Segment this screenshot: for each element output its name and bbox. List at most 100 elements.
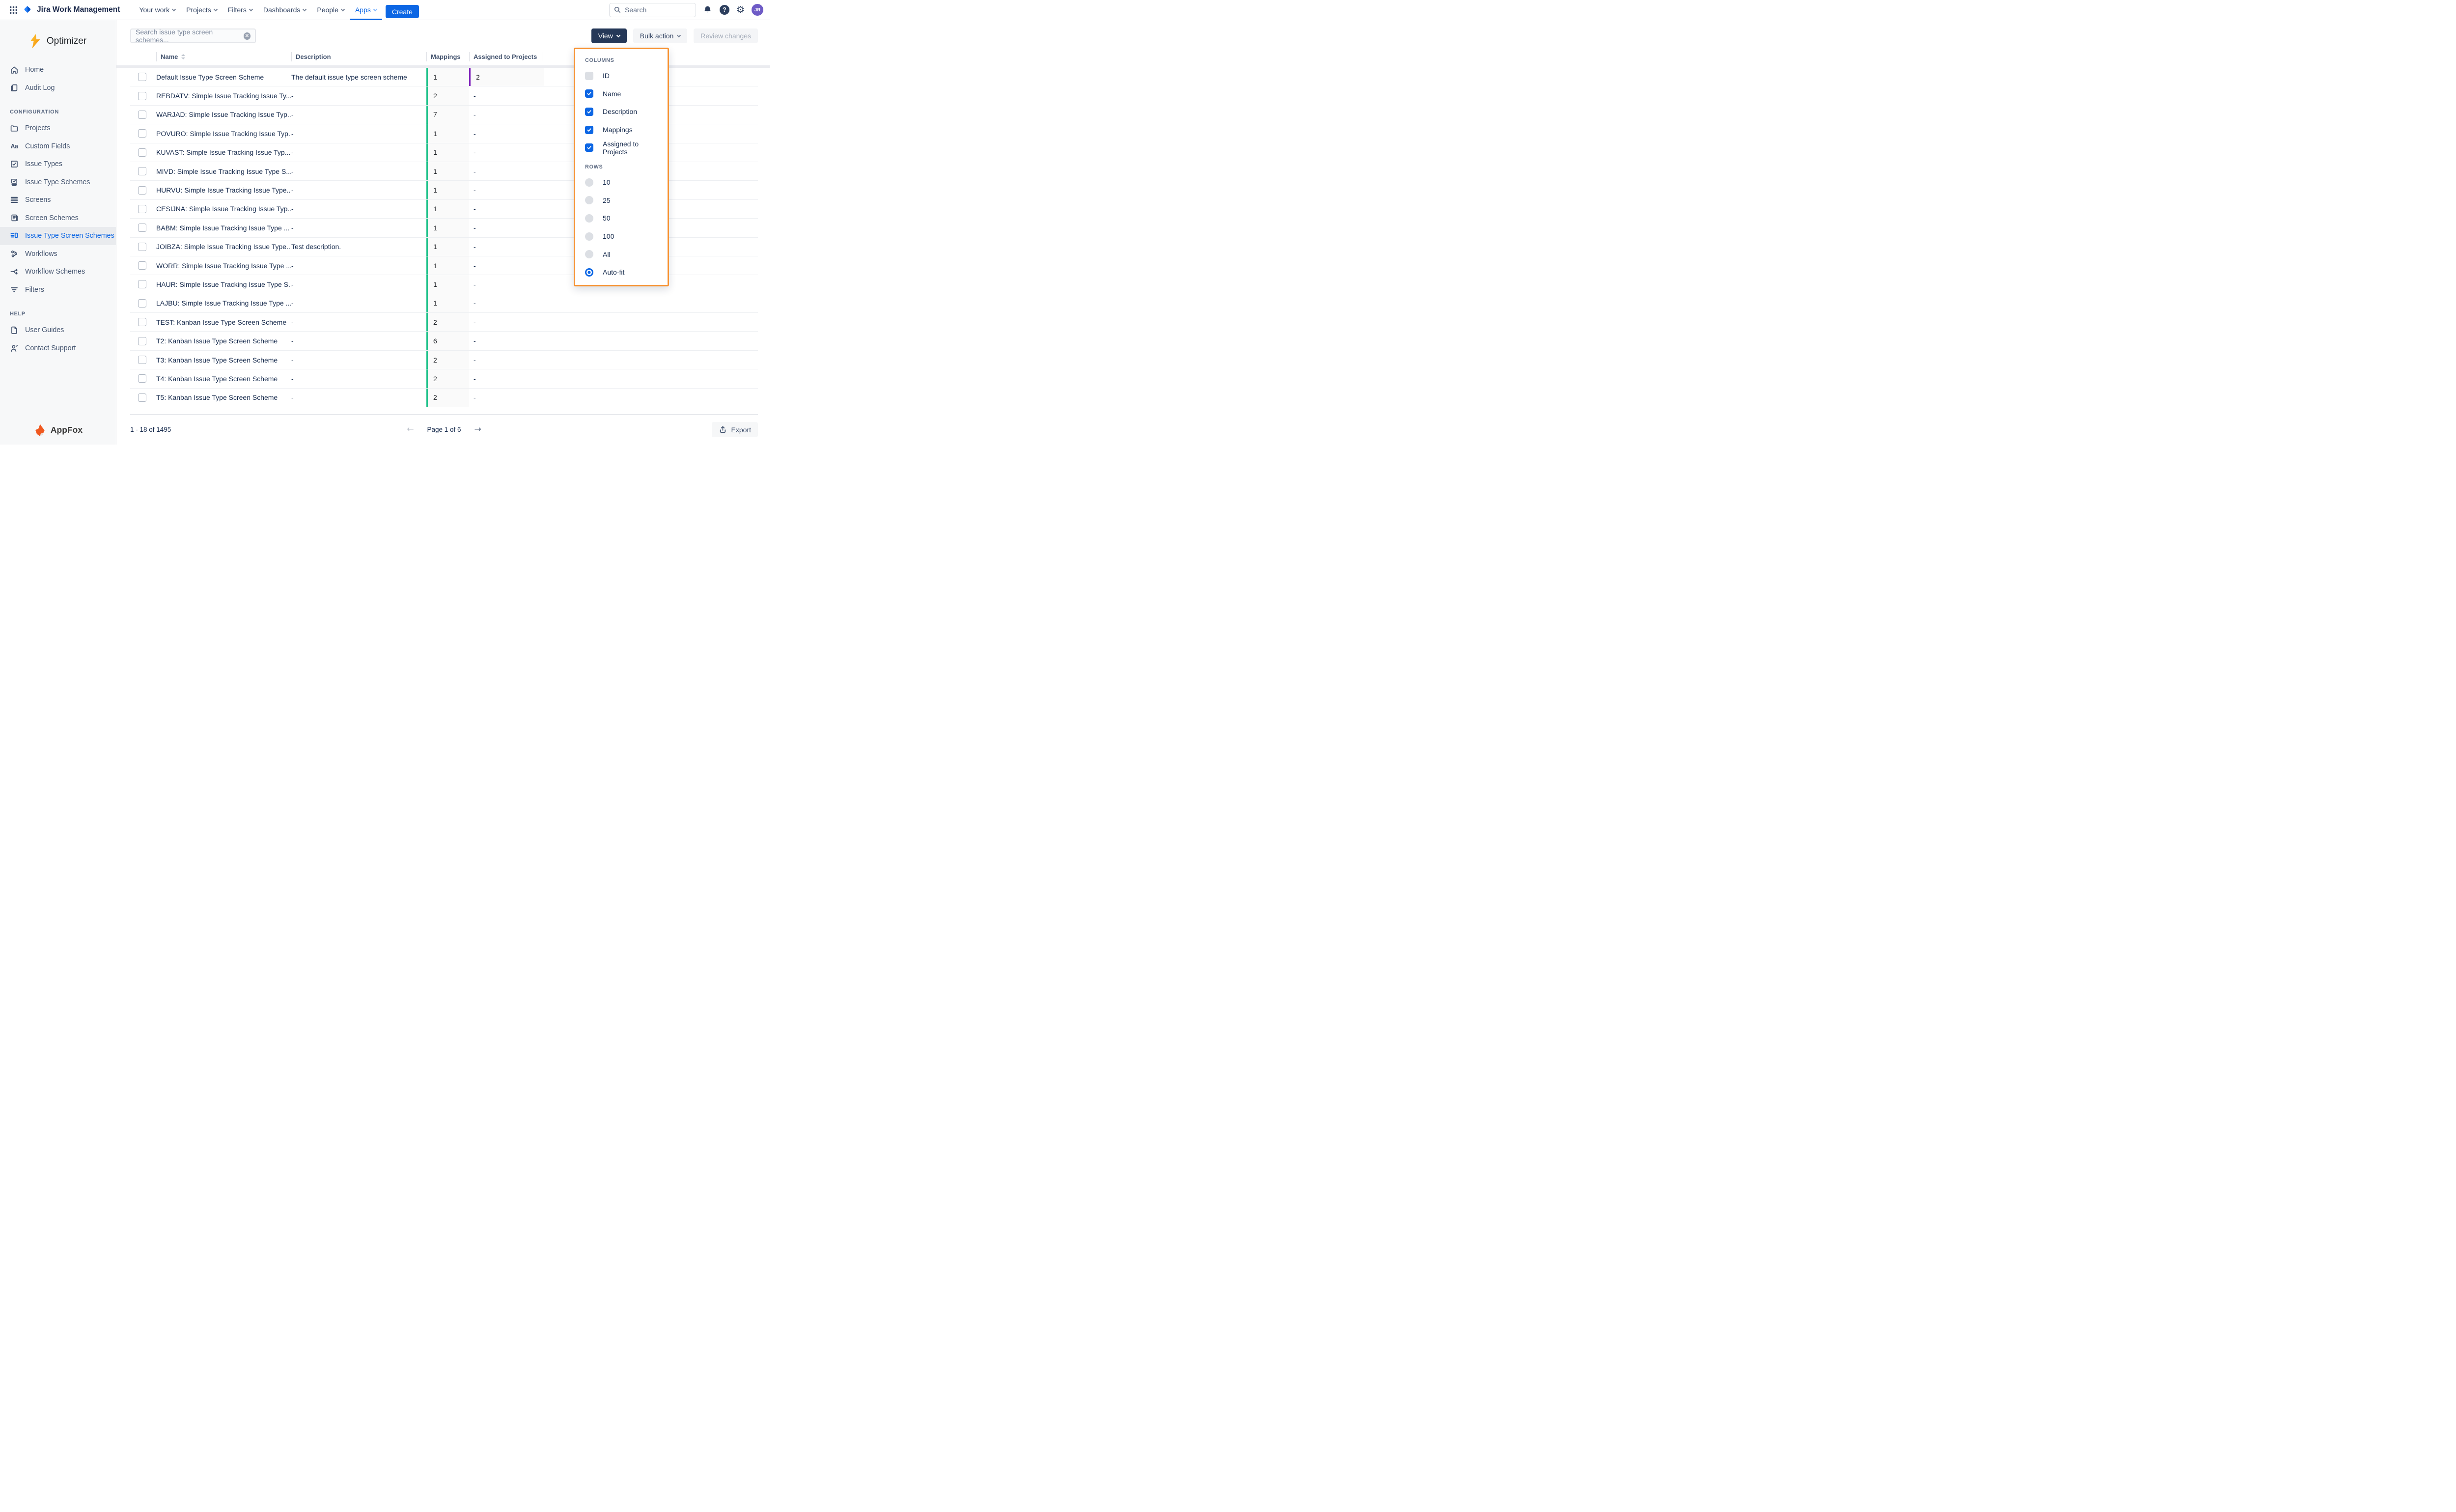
unchecked-checkbox-icon[interactable] (585, 72, 593, 80)
scheme-search-input[interactable]: Search issue type screen schemes... ✕ (130, 28, 256, 43)
rows-option-all[interactable]: All (585, 245, 662, 263)
row-checkbox[interactable] (138, 261, 146, 270)
sidebar-item-custom-fields[interactable]: AaCustom Fields (0, 138, 116, 156)
column-option-description[interactable]: Description (585, 103, 662, 121)
table-row[interactable]: TEST: Kanban Issue Type Screen Scheme-2- (130, 313, 758, 332)
sidebar-item-screens[interactable]: Screens (0, 191, 116, 209)
row-checkbox[interactable] (138, 129, 146, 138)
row-checkbox[interactable] (138, 92, 146, 100)
rows-option-25[interactable]: 25 (585, 192, 662, 210)
row-checkbox[interactable] (138, 356, 146, 364)
unselected-radio-icon[interactable] (585, 178, 593, 187)
app-switcher-icon[interactable] (5, 0, 22, 20)
row-checkbox-cell (130, 356, 156, 364)
table-row[interactable]: T3: Kanban Issue Type Screen Scheme-2- (130, 351, 758, 369)
help-icon[interactable]: ? (720, 5, 729, 15)
row-assigned: - (469, 92, 544, 100)
bulk-action-button[interactable]: Bulk action (633, 28, 687, 43)
column-option-assigned-to-projects[interactable]: Assigned to Projects (585, 139, 662, 157)
row-checkbox[interactable] (138, 280, 146, 288)
nav-item-projects[interactable]: Projects (181, 0, 223, 20)
table-row[interactable]: T2: Kanban Issue Type Screen Scheme-6- (130, 332, 758, 350)
sidebar-item-issue-type-schemes[interactable]: Issue Type Schemes (0, 173, 116, 192)
export-button[interactable]: Export (712, 422, 758, 437)
checked-checkbox-icon[interactable] (585, 108, 593, 116)
row-checkbox[interactable] (138, 167, 146, 175)
sidebar-item-user-guides[interactable]: User Guides (0, 321, 116, 339)
issue-types-icon (10, 160, 19, 168)
review-changes-label: Review changes (700, 32, 751, 40)
next-page-icon[interactable]: → (474, 425, 481, 434)
row-checkbox[interactable] (138, 111, 146, 119)
avatar[interactable]: JR (752, 4, 763, 16)
unselected-radio-icon[interactable] (585, 214, 593, 223)
table-row[interactable]: T4: Kanban Issue Type Screen Scheme-2- (130, 369, 758, 388)
clear-search-icon[interactable]: ✕ (244, 32, 251, 40)
rows-option-auto-fit[interactable]: Auto-fit (585, 263, 662, 281)
review-changes-button: Review changes (694, 28, 758, 43)
global-search-input[interactable]: Search (609, 3, 696, 17)
row-checkbox[interactable] (138, 224, 146, 232)
row-checkbox[interactable] (138, 243, 146, 251)
view-button[interactable]: View (591, 28, 627, 43)
row-mappings: 1 (426, 200, 469, 218)
row-description: - (291, 356, 426, 364)
sidebar-item-workflow-schemes[interactable]: Workflow Schemes (0, 263, 116, 281)
rows-option-100[interactable]: 100 (585, 227, 662, 246)
nav-item-your-work[interactable]: Your work (134, 0, 181, 20)
column-option-id[interactable]: ID (585, 67, 662, 85)
column-option-name[interactable]: Name (585, 85, 662, 103)
settings-icon[interactable]: ⚙ (736, 5, 745, 15)
sidebar-item-screen-schemes[interactable]: Screen Schemes (0, 209, 116, 227)
nav-item-filters[interactable]: Filters (223, 0, 258, 20)
unselected-radio-icon[interactable] (585, 196, 593, 204)
table-row[interactable]: T5: Kanban Issue Type Screen Scheme-2- (130, 389, 758, 407)
row-mappings: 7 (426, 106, 469, 124)
row-checkbox[interactable] (138, 393, 146, 402)
sidebar-item-issue-type-screen-schemes[interactable]: Issue Type Screen Schemes (0, 227, 116, 245)
sidebar-item-audit-log[interactable]: Audit Log (0, 79, 116, 97)
row-checkbox[interactable] (138, 374, 146, 383)
column-header-mappings[interactable]: Mappings (426, 50, 469, 63)
unselected-radio-icon[interactable] (585, 232, 593, 241)
checked-checkbox-icon[interactable] (585, 143, 593, 152)
sidebar-item-home[interactable]: Home (0, 61, 116, 79)
nav-item-dashboards[interactable]: Dashboards (258, 0, 312, 20)
row-checkbox[interactable] (138, 73, 146, 81)
row-checkbox[interactable] (138, 337, 146, 345)
column-option-mappings[interactable]: Mappings (585, 121, 662, 139)
row-name: T3: Kanban Issue Type Screen Scheme (156, 356, 291, 364)
nav-item-apps[interactable]: Apps (350, 0, 382, 20)
row-mappings-value: 2 (433, 318, 437, 326)
row-checkbox[interactable] (138, 148, 146, 157)
selected-radio-icon[interactable] (585, 268, 593, 277)
export-icon (719, 425, 727, 434)
unselected-radio-icon[interactable] (585, 250, 593, 258)
rows-option-10[interactable]: 10 (585, 173, 662, 192)
nav-item-people[interactable]: People (311, 0, 350, 20)
row-checkbox[interactable] (138, 186, 146, 195)
table-row[interactable]: LAJBU: Simple Issue Tracking Issue Type … (130, 294, 758, 313)
page-indicator: Page 1 of 6 (427, 426, 461, 433)
column-header-description[interactable]: Description (291, 50, 426, 63)
primary-nav: Your workProjectsFiltersDashboardsPeople… (134, 0, 382, 20)
row-checkbox[interactable] (138, 205, 146, 213)
notifications-icon[interactable] (703, 5, 713, 15)
sidebar-item-contact-support[interactable]: Contact Support (0, 339, 116, 358)
sidebar-item-issue-types[interactable]: Issue Types (0, 155, 116, 173)
rows-option-50[interactable]: 50 (585, 209, 662, 227)
sidebar-item-workflows[interactable]: Workflows (0, 245, 116, 263)
sidebar-item-filters[interactable]: Filters (0, 281, 116, 299)
sidebar-item-projects[interactable]: Projects (0, 119, 116, 138)
previous-page-icon[interactable]: ← (407, 425, 414, 434)
checked-checkbox-icon[interactable] (585, 89, 593, 98)
create-button[interactable]: Create (386, 5, 419, 18)
sidebar-item-label: Issue Type Screen Schemes (25, 232, 114, 240)
row-checkbox[interactable] (138, 299, 146, 308)
column-header-assigned[interactable]: Assigned to Projects (469, 50, 544, 63)
row-checkbox[interactable] (138, 318, 146, 326)
checked-checkbox-icon[interactable] (585, 126, 593, 134)
column-header-name-label: Name (161, 53, 178, 60)
column-header-name[interactable]: Name (156, 50, 291, 63)
row-name: KUVAST: Simple Issue Tracking Issue Typ.… (156, 148, 291, 156)
